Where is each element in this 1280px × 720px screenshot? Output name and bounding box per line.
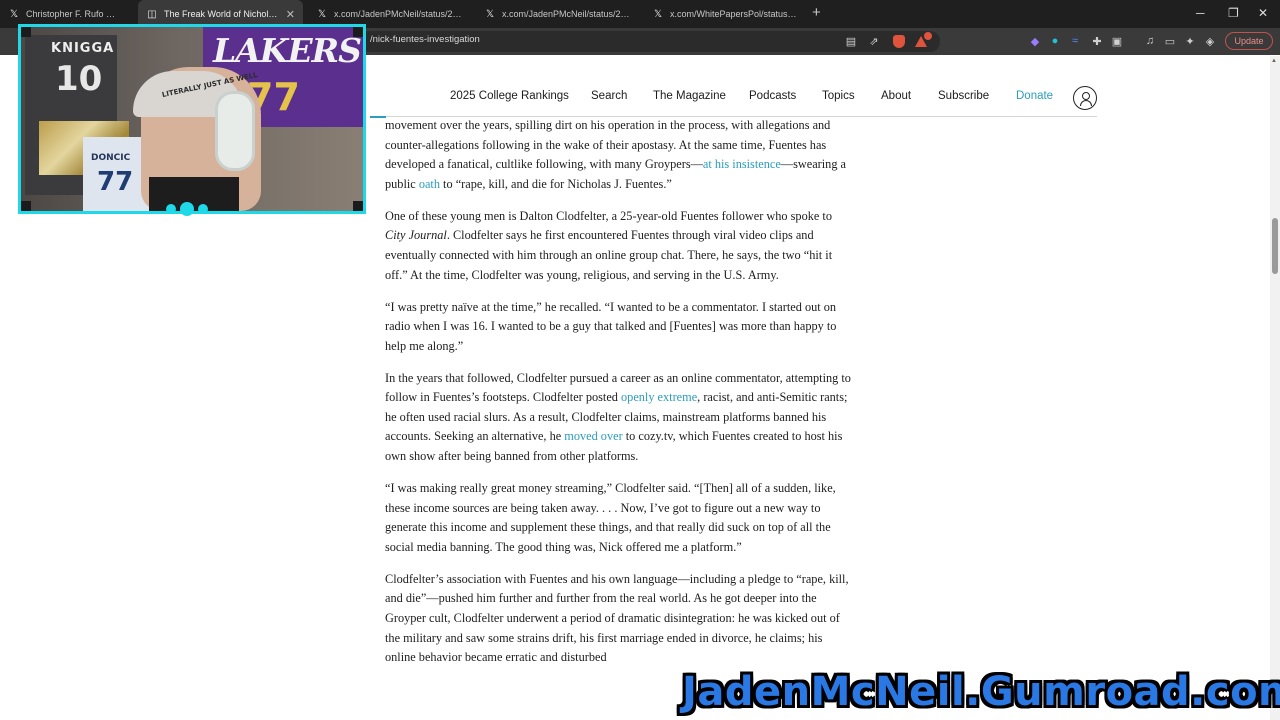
tab-label: x.com/JadenPMcNeil/status/202359 [502, 9, 630, 19]
update-button[interactable]: Update [1225, 32, 1273, 50]
tab-label: Christopher F. Rufo ✕ on X: "EXC [26, 8, 122, 19]
link-oath[interactable]: oath [419, 177, 440, 191]
paragraph-text: One of these young men is Dalton Clodfel… [385, 208, 832, 223]
scroll-up-arrow-icon[interactable]: ▲ [1271, 58, 1277, 64]
front-jersey-number: 77 [97, 167, 134, 197]
new-tab-icon[interactable]: + [812, 4, 821, 21]
frame-dot [198, 204, 208, 214]
headset-icon [215, 91, 255, 171]
paragraph-text: to “rape, kill, and die for Nicholas J. … [439, 176, 672, 191]
reading-progress-bar [370, 116, 386, 118]
paragraph-text: . Clodfelter says he first encountered F… [385, 228, 833, 282]
article-paragraph: “I was making really great money streami… [385, 481, 836, 554]
sidebar-icon[interactable]: ▣ [1110, 34, 1124, 48]
x-logo-icon: 𝕏 [317, 8, 327, 20]
webcam-overlay: KNIGGA 10 LAKERS 77 DONCIC 77 LITERALLY … [18, 24, 366, 214]
x-logo-icon: 𝕏 [653, 8, 663, 20]
tab-label: x.com/JadenPMcNeil/status/202358 [334, 9, 462, 19]
tab-label: The Freak World of Nicholas J. F [164, 9, 280, 19]
nav-about[interactable]: About [881, 90, 911, 102]
article-paragraph: One of these young men is Dalton Clodfel… [385, 207, 855, 285]
link-openly-extreme[interactable]: openly extreme [621, 390, 697, 404]
share-icon[interactable]: ⇗ [867, 34, 881, 48]
frame-corner [353, 27, 363, 37]
tab-whitepapers[interactable]: 𝕏 x.com/WhitePapersPol/status/20235 [644, 0, 806, 28]
tab-label: x.com/WhitePapersPol/status/20235 [670, 9, 798, 19]
front-jersey-name: DONCIC [91, 153, 131, 163]
leo-ai-icon[interactable]: ◆ [1028, 34, 1042, 48]
article-body: movement over the years, spilling dirt o… [385, 116, 855, 680]
address-url[interactable]: /nick-fuentes-investigation [370, 34, 480, 45]
extension-circle-icon[interactable]: ● [1048, 34, 1062, 48]
frame-corner [353, 201, 363, 211]
notification-badge [924, 32, 932, 40]
publication-name: City Journal [385, 228, 447, 243]
nav-the-magazine[interactable]: The Magazine [653, 90, 726, 102]
city-journal-icon: ◫ [147, 8, 157, 20]
frame-dot [166, 204, 176, 214]
account-icon[interactable] [1073, 86, 1097, 110]
nav-topics[interactable]: Topics [822, 90, 855, 102]
frame-corner [21, 201, 31, 211]
x-logo-icon: 𝕏 [485, 8, 495, 20]
nav-donate[interactable]: Donate [1016, 90, 1053, 102]
wallet-icon[interactable]: ≈ [1068, 34, 1082, 48]
vpn-shield-icon[interactable]: ◈ [1203, 34, 1217, 48]
frame-dot [180, 202, 194, 216]
x-logo-icon: 𝕏 [9, 8, 19, 20]
nav-podcasts[interactable]: Podcasts [749, 90, 796, 102]
jersey-name-text: KNIGGA [51, 41, 115, 56]
nav-search[interactable]: Search [591, 90, 627, 102]
link-moved-over[interactable]: moved over [564, 429, 622, 443]
link-at-his-insistence[interactable]: at his insistence [703, 157, 781, 171]
lakers-banner-text: LAKERS [213, 31, 362, 70]
vertical-tabs-icon[interactable]: ▭ [1163, 34, 1177, 48]
article-paragraph: In the years that followed, Clodfelter p… [385, 369, 855, 467]
article-paragraph: Clodfelter’s association with Fuentes an… [385, 571, 849, 665]
brave-shield-icon[interactable] [892, 34, 906, 48]
close-window-icon[interactable]: ✕ [1258, 6, 1268, 20]
frame-corner [21, 27, 31, 37]
page-scrollbar-thumb[interactable] [1272, 218, 1278, 274]
extensions-puzzle-icon[interactable]: ✚ [1090, 34, 1104, 48]
stream-watermark: JadenMcNeil.Gumroad.com [682, 669, 1280, 715]
customize-icon[interactable]: ✦ [1183, 34, 1197, 48]
media-icon[interactable]: ♫ [1143, 34, 1157, 48]
jersey-number-text: 10 [55, 59, 103, 99]
restore-icon[interactable]: ❐ [1228, 6, 1239, 20]
close-tab-icon[interactable]: ✕ [286, 8, 295, 21]
nav-college-rankings[interactable]: 2025 College Rankings [450, 90, 569, 102]
page-scrollbar-track[interactable] [1270, 56, 1280, 720]
webcam-frame-dots [166, 202, 208, 216]
tab-jaden-2[interactable]: 𝕏 x.com/JadenPMcNeil/status/202359 [476, 0, 638, 28]
nav-subscribe[interactable]: Subscribe [938, 90, 989, 102]
article-paragraph: movement over the years, spilling dirt o… [385, 116, 855, 194]
reader-mode-icon[interactable]: ▤ [844, 34, 858, 48]
minimize-icon[interactable]: ─ [1196, 6, 1205, 20]
article-paragraph: “I was pretty naïve at the time,” he rec… [385, 299, 837, 353]
